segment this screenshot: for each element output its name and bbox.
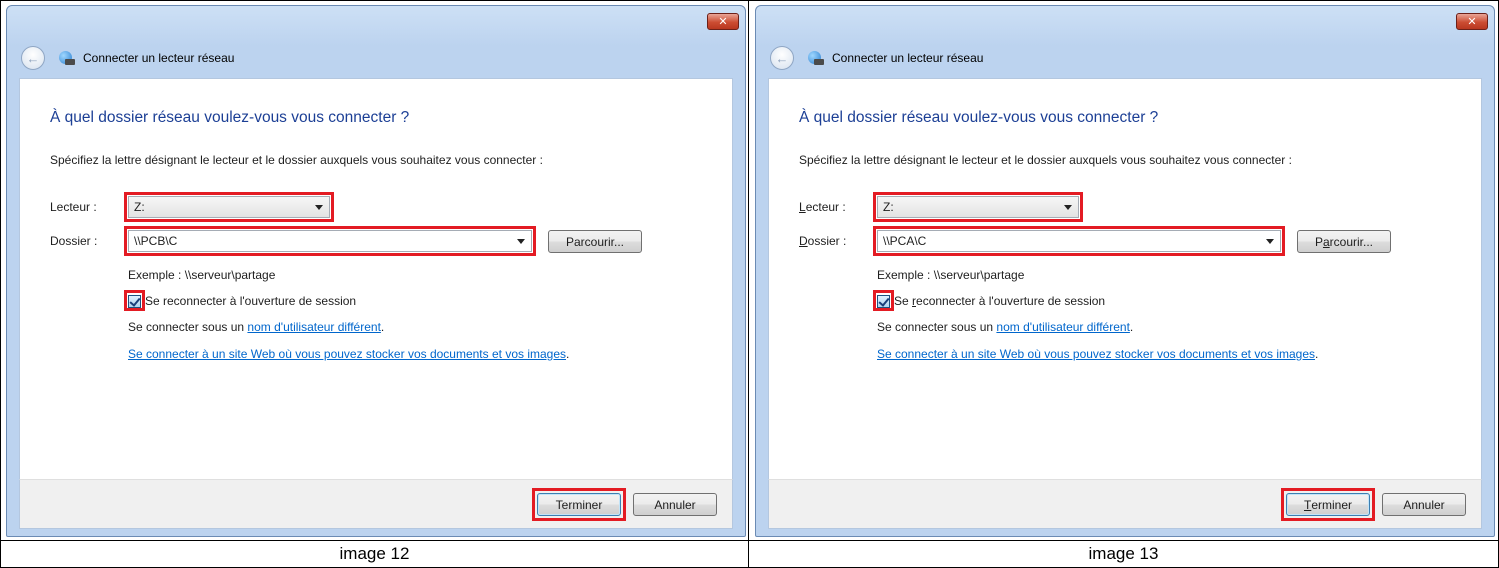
title-bar: ← Connecter un lecteur réseau (756, 44, 1494, 72)
wizard-footer: Terminer Annuler (768, 479, 1482, 529)
instruction-text: Spécifiez la lettre désignant le lecteur… (50, 153, 543, 167)
reconnect-checkbox-row[interactable]: Se reconnecter à l'ouverture de session (877, 294, 1105, 308)
connect-as-prefix: Se connecter sous un (877, 320, 997, 334)
website-link[interactable]: Se connecter à un site Web où vous pouve… (128, 347, 566, 361)
folder-input[interactable]: \\PCA\C (877, 230, 1281, 252)
folder-label: Dossier : (50, 234, 98, 248)
caption-cell-2: image 13 (748, 540, 1499, 568)
back-button[interactable]: ← (770, 46, 794, 70)
image-caption: image 12 (339, 544, 410, 563)
browse-button[interactable]: Parcourir... (1297, 230, 1391, 253)
network-drive-icon (808, 50, 824, 66)
browse-label-pre: P (1314, 234, 1323, 249)
drive-label: Lecteur : (50, 200, 97, 214)
reconnect-label: Se reconnecter à l'ouverture de session (894, 294, 1105, 308)
folder-label: Dossier : (799, 234, 846, 248)
finish-rest: erminer (1311, 497, 1353, 512)
page-heading: À quel dossier réseau voulez-vous vous c… (50, 109, 410, 126)
browse-label-rest: rcourir... (1329, 234, 1374, 249)
drive-label: Lecteur : (799, 200, 846, 214)
connect-as-suffix: . (380, 320, 385, 334)
checkbox-checked-icon[interactable] (877, 294, 890, 308)
connect-as-line: Se connecter sous un nom d'utilisateur d… (877, 320, 1133, 334)
caption-cell-1: image 12 (0, 540, 749, 568)
finish-button[interactable]: Terminer (537, 493, 621, 516)
wizard-content: À quel dossier réseau voulez-vous vous c… (19, 78, 733, 479)
close-icon: ✕ (1467, 16, 1477, 28)
connect-as-line: Se connecter sous un nom d'utilisateur d… (128, 320, 384, 334)
website-line: Se connecter à un site Web où vous pouve… (128, 347, 569, 361)
wizard-footer: Terminer Annuler (19, 479, 733, 529)
back-button[interactable]: ← (21, 46, 45, 70)
website-suffix: . (566, 347, 570, 361)
different-user-link[interactable]: nom d'utilisateur différent (247, 320, 380, 334)
cancel-button[interactable]: Annuler (1382, 493, 1466, 516)
finish-button[interactable]: Terminer (1286, 493, 1370, 516)
folder-label-accesskey: D (799, 234, 808, 248)
website-line: Se connecter à un site Web où vous pouve… (877, 347, 1318, 361)
browse-button[interactable]: Parcourir... (548, 230, 642, 253)
wizard-content: À quel dossier réseau voulez-vous vous c… (768, 78, 1482, 479)
close-icon: ✕ (718, 16, 728, 28)
document-table: ✕ ← Connecter un lecteur réseau À quel d… (0, 0, 1499, 568)
image-caption: image 13 (1088, 544, 1159, 563)
folder-value: \\PCB\C (134, 234, 178, 248)
chevron-down-icon[interactable] (1266, 239, 1274, 244)
browse-label-accesskey: a (1322, 234, 1330, 249)
folder-value: \\PCA\C (883, 234, 927, 248)
example-text: Exemple : \\serveur\partage (877, 268, 1025, 282)
back-arrow-icon: ← (775, 50, 789, 66)
window-title: Connecter un lecteur réseau (83, 51, 235, 65)
reconnect-rest: econnecter à l'ouverture de session (916, 294, 1106, 308)
website-suffix: . (1315, 347, 1319, 361)
dialog-window-2: ✕ ← Connecter un lecteur réseau À quel d… (755, 5, 1495, 537)
drive-label-rest: ecteur : (805, 200, 846, 214)
folder-input[interactable]: \\PCB\C (128, 230, 532, 252)
cancel-button[interactable]: Annuler (633, 493, 717, 516)
screenshot-cell-1: ✕ ← Connecter un lecteur réseau À quel d… (0, 0, 749, 541)
reconnect-checkbox-row[interactable]: Se reconnecter à l'ouverture de session (128, 294, 356, 308)
chevron-down-icon (315, 205, 323, 210)
network-drive-icon (59, 50, 75, 66)
chevron-down-icon (1064, 205, 1072, 210)
window-title: Connecter un lecteur réseau (832, 51, 984, 65)
back-arrow-icon: ← (26, 50, 40, 66)
connect-as-prefix: Se connecter sous un (128, 320, 248, 334)
close-button[interactable]: ✕ (707, 13, 739, 30)
drive-select[interactable]: Z: (877, 196, 1079, 218)
chevron-down-icon[interactable] (517, 239, 525, 244)
title-bar: ← Connecter un lecteur réseau (7, 44, 745, 72)
example-text: Exemple : \\serveur\partage (128, 268, 276, 282)
website-link[interactable]: Se connecter à un site Web où vous pouve… (877, 347, 1315, 361)
finish-accesskey: T (1303, 497, 1312, 512)
drive-label-accesskey: L (799, 200, 806, 214)
checkbox-checked-icon[interactable] (128, 294, 141, 308)
different-user-link[interactable]: nom d'utilisateur différent (996, 320, 1129, 334)
drive-select[interactable]: Z: (128, 196, 330, 218)
instruction-text: Spécifiez la lettre désignant le lecteur… (799, 153, 1292, 167)
drive-value: Z: (134, 200, 145, 214)
connect-as-suffix: . (1129, 320, 1134, 334)
dialog-window-1: ✕ ← Connecter un lecteur réseau À quel d… (6, 5, 746, 537)
screenshot-cell-2: ✕ ← Connecter un lecteur réseau À quel d… (748, 0, 1499, 541)
page-heading: À quel dossier réseau voulez-vous vous c… (799, 109, 1159, 126)
reconnect-pre: Se (894, 294, 913, 308)
close-button[interactable]: ✕ (1456, 13, 1488, 30)
reconnect-label: Se reconnecter à l'ouverture de session (145, 294, 357, 308)
folder-label-rest: ossier : (807, 234, 847, 248)
drive-value: Z: (883, 200, 894, 214)
